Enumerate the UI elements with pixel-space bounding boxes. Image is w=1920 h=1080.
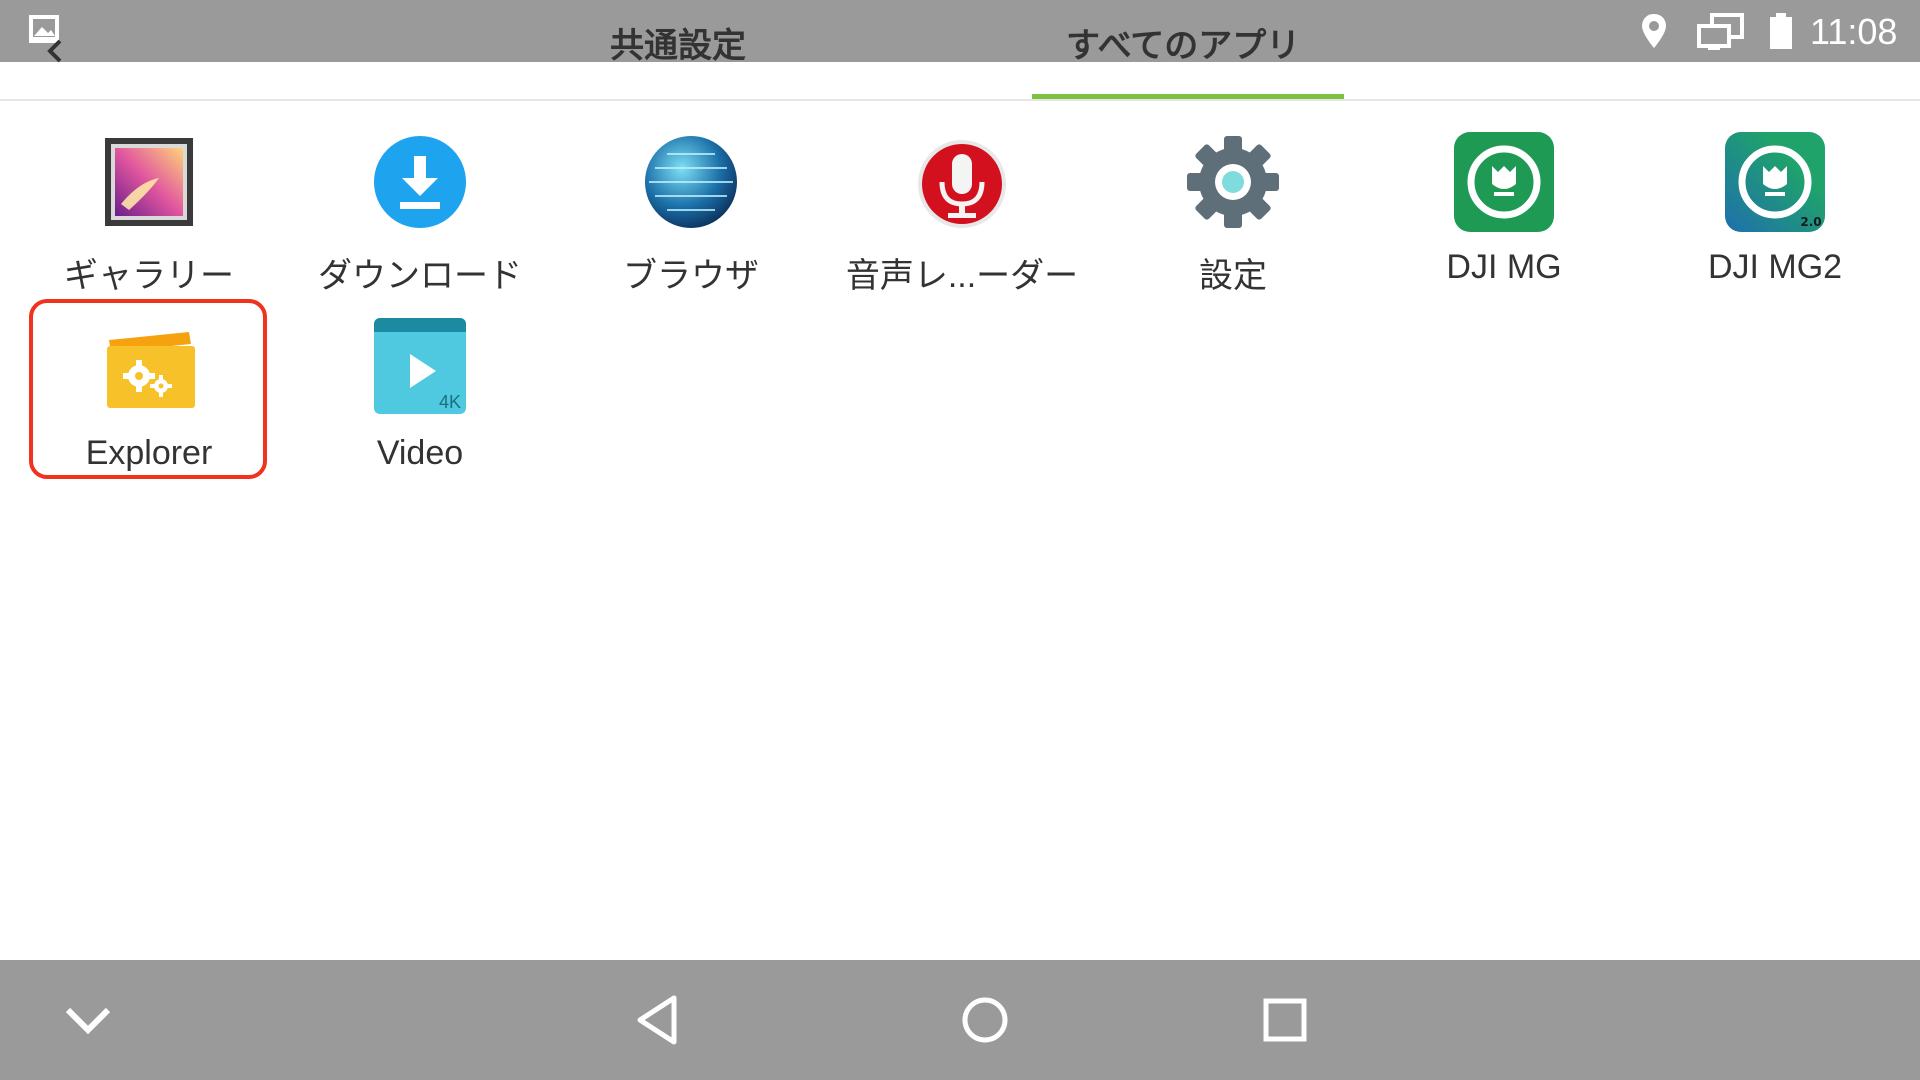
browser-globe-icon	[645, 136, 737, 228]
tab-common-settings[interactable]: 共通設定	[610, 24, 746, 68]
gear-icon	[1187, 136, 1279, 228]
back-triangle-icon[interactable]	[628, 988, 692, 1052]
app-label: Video	[376, 434, 464, 472]
microphone-icon	[918, 140, 1006, 228]
home-circle-icon[interactable]	[953, 988, 1017, 1052]
video-play-icon: 4K	[374, 318, 466, 414]
dji-mg-icon	[1454, 132, 1554, 232]
battery-icon	[1770, 13, 1792, 49]
app-label: DJI MG2	[1707, 248, 1843, 286]
location-icon	[1642, 14, 1666, 48]
status-clock: 11:08	[1810, 11, 1898, 52]
app-label: DJI MG	[1446, 248, 1562, 286]
recents-square-icon[interactable]	[1253, 988, 1317, 1052]
version-badge: 2.0	[1800, 215, 1821, 229]
status-bar	[0, 0, 1920, 62]
app-label: ブラウザ	[623, 257, 759, 295]
navigation-bar	[0, 960, 1920, 1080]
back-chevron-icon[interactable]	[44, 38, 66, 64]
dji-mg2-icon: 2.0	[1725, 132, 1825, 232]
app-label: 音声レ...ーダー	[845, 257, 1079, 295]
app-label: 設定	[1199, 257, 1267, 295]
app-label: Explorer	[85, 434, 213, 472]
app-label: ギャラリー	[64, 257, 234, 295]
app-voice-recorder[interactable]: 音声レ...ーダー	[827, 132, 1097, 302]
tab-all-apps[interactable]: すべてのアプリ	[1066, 24, 1300, 68]
app-dji-mg2[interactable]: 2.0 DJI MG2	[1640, 132, 1910, 302]
app-explorer[interactable]: Explorer	[14, 318, 284, 488]
app-gallery[interactable]: ギャラリー	[14, 132, 284, 302]
app-video[interactable]: 4K Video	[285, 318, 555, 488]
resolution-badge: 4K	[439, 392, 461, 412]
app-label: ダウンロード	[318, 257, 522, 295]
app-download[interactable]: ダウンロード	[285, 132, 555, 302]
collapse-chevron-icon[interactable]	[56, 988, 120, 1052]
app-settings[interactable]: 設定	[1098, 132, 1368, 302]
app-dji-mg[interactable]: DJI MG	[1369, 132, 1639, 302]
gallery-icon	[105, 138, 193, 226]
download-icon	[374, 136, 466, 228]
screens-icon	[1697, 13, 1744, 50]
app-browser[interactable]: ブラウザ	[556, 132, 826, 302]
header-divider	[0, 99, 1920, 101]
folder-settings-icon	[107, 332, 195, 408]
